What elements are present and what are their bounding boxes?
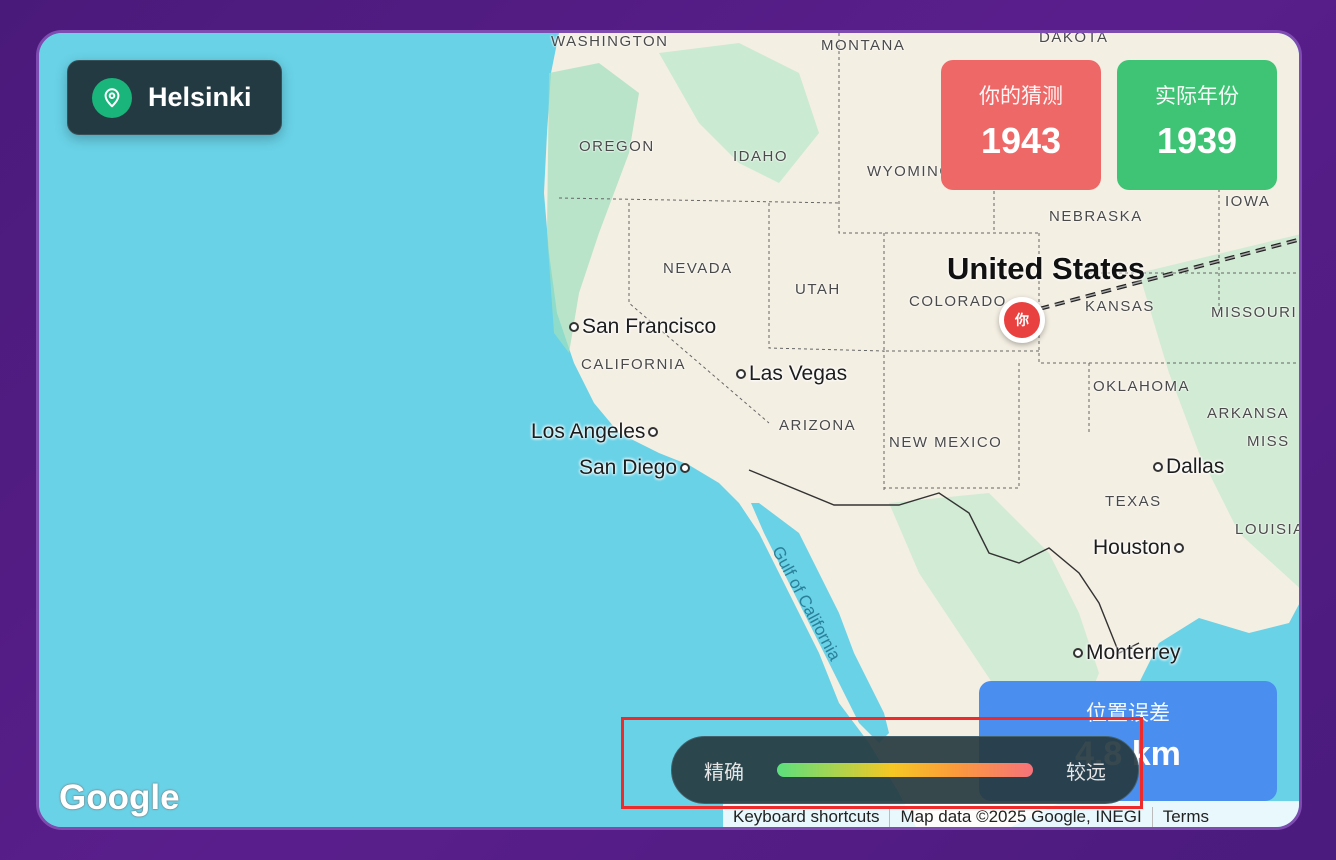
state-label: NEVADA xyxy=(663,260,733,277)
actual-label: 实际年份 xyxy=(1155,85,1239,108)
state-label: UTAH xyxy=(795,281,841,298)
city-dot xyxy=(680,463,691,473)
state-label: ARKANSA xyxy=(1207,405,1290,422)
city-dot xyxy=(648,427,659,437)
state-label: IOWA xyxy=(1225,193,1271,210)
city-dot xyxy=(1174,543,1185,553)
guess-marker[interactable]: 你 xyxy=(999,297,1045,343)
map-pin-icon xyxy=(92,77,132,118)
city-dot xyxy=(1153,462,1163,472)
city-san-diego[interactable]: San Diego xyxy=(579,456,691,480)
guess-card: 你的猜测 1943 xyxy=(941,60,1101,190)
location-card: Helsinki xyxy=(67,60,282,135)
state-label: IDAHO xyxy=(733,148,789,165)
guess-value: 1943 xyxy=(980,120,1062,161)
state-label: OREGON xyxy=(579,138,655,155)
state-label: TEXAS xyxy=(1105,493,1162,510)
state-label: COLORADO xyxy=(909,293,1007,310)
state-label: MISSOURI xyxy=(1211,304,1298,321)
country-label: United States xyxy=(947,251,1146,286)
city-san-francisco[interactable]: San Francisco xyxy=(569,315,716,339)
keyboard-shortcuts-link[interactable]: Keyboard shortcuts xyxy=(723,807,891,827)
city-dallas[interactable]: Dallas xyxy=(1153,455,1224,479)
location-name: Helsinki xyxy=(148,82,252,112)
state-label: MONTANA xyxy=(821,37,906,54)
state-label: MISS xyxy=(1247,433,1290,450)
state-label: NEW MEXICO xyxy=(889,434,1003,451)
city-los-angeles[interactable]: Los Angeles xyxy=(531,420,659,444)
city-label: San Diego xyxy=(579,456,678,479)
state-label: CALIFORNIA xyxy=(581,356,687,373)
state-label: NEBRASKA xyxy=(1049,208,1143,225)
city-dot xyxy=(736,369,746,379)
state-label: ARIZONA xyxy=(779,417,857,434)
map-frame: WASHINGTON MONTANA DAKOTA OREGON IDAHO W… xyxy=(36,30,1302,830)
google-logo: Google xyxy=(59,778,180,817)
city-dot xyxy=(1073,648,1083,658)
city-monterrey[interactable]: Monterrey xyxy=(1073,641,1181,665)
city-houston[interactable]: Houston xyxy=(1093,536,1185,560)
city-label: Houston xyxy=(1093,536,1172,559)
city-dot xyxy=(569,322,579,332)
state-label: KANSAS xyxy=(1085,298,1155,315)
terms-link[interactable]: Terms xyxy=(1153,807,1219,827)
state-label: WASHINGTON xyxy=(551,33,669,50)
city-label: San Francisco xyxy=(582,315,717,338)
state-label: LOUISIA xyxy=(1235,521,1302,538)
city-label: Las Vegas xyxy=(749,362,848,385)
map-data-text: Map data ©2025 Google, INEGI xyxy=(890,807,1153,827)
city-label: Los Angeles xyxy=(531,420,646,443)
city-label: Monterrey xyxy=(1086,641,1181,664)
state-label: WYOMING xyxy=(867,163,953,180)
actual-card: 实际年份 1939 xyxy=(1117,60,1277,190)
city-label: Dallas xyxy=(1166,455,1225,478)
city-las-vegas[interactable]: Las Vegas xyxy=(736,362,847,386)
state-label: DAKOTA xyxy=(1039,30,1109,46)
state-label: OKLAHOMA xyxy=(1093,378,1191,395)
highlight-box xyxy=(621,717,1143,809)
guess-label: 你的猜测 xyxy=(979,85,1063,108)
actual-value: 1939 xyxy=(1156,120,1238,161)
